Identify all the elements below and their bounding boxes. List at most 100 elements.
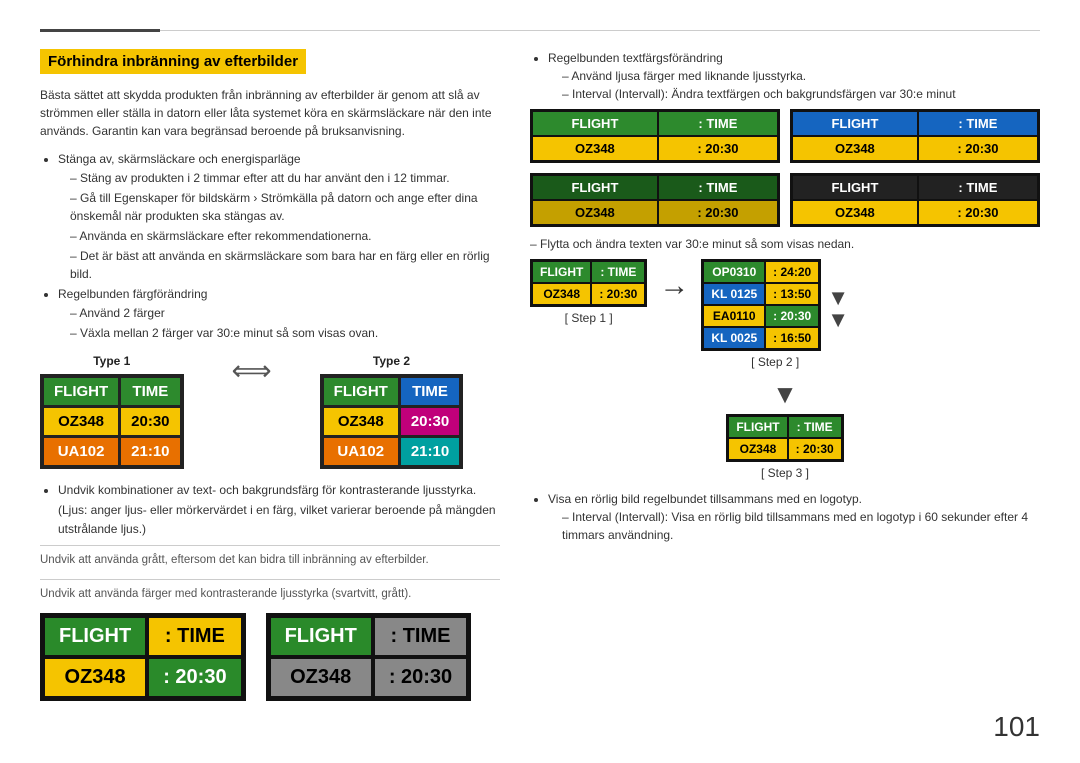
bottom-panel-1: FLIGHT : TIME OZ348 : 20:30	[40, 613, 246, 701]
move-note: Flytta och ändra texten var 30:e minut s…	[530, 237, 1040, 251]
cv1-time: : TIME	[659, 112, 777, 135]
color-variant-4: FLIGHT : TIME OZ348 : 20:30	[790, 173, 1040, 227]
s2-kl0025: KL 0025	[704, 328, 764, 348]
avoid-bullet-1: Undvik kombinationer av text- och bakgru…	[58, 481, 500, 539]
s2-2420: : 24:20	[766, 262, 818, 282]
type2-label: Type 2	[373, 354, 410, 368]
page: Förhindra inbränning av efterbilder Bäst…	[0, 0, 1080, 763]
s2-op0310: OP0310	[704, 262, 764, 282]
t1-2110: 21:10	[121, 438, 179, 465]
left-column: Förhindra inbränning av efterbilder Bäst…	[40, 49, 500, 743]
cv4-2030: : 20:30	[919, 201, 1037, 224]
steps-row: FLIGHT : TIME OZ348 : 20:30 [ Step 1 ] →…	[530, 259, 1040, 369]
bp1-colon-time: : TIME	[149, 618, 240, 655]
step3-label: [ Step 3 ]	[761, 466, 809, 480]
main-content: Förhindra inbränning av efterbilder Bäst…	[40, 49, 1040, 743]
bottom-panels: FLIGHT : TIME OZ348 : 20:30 FLIGHT : TIM…	[40, 613, 500, 701]
right-sub-list: Använd ljusa färger med liknande ljussty…	[562, 67, 1040, 103]
page-number: 101	[993, 711, 1040, 743]
t2-ua102: UA102	[324, 438, 398, 465]
t2-2110: 21:10	[401, 438, 459, 465]
step3-panel: FLIGHT : TIME OZ348 : 20:30	[726, 414, 843, 462]
avoid-list: Undvik kombinationer av text- och bakgru…	[58, 481, 500, 539]
bottom-panel-2: FLIGHT : TIME OZ348 : 20:30	[266, 613, 472, 701]
bottom-note-item: Visa en rörlig bild regelbundet tillsamm…	[548, 490, 1040, 544]
t2-time: TIME	[401, 378, 459, 405]
step3-arrow-down: ▼	[772, 379, 798, 410]
cv1-flight: FLIGHT	[533, 112, 657, 135]
cv2-time: : TIME	[919, 112, 1037, 135]
arrow-down-1: ▼	[827, 287, 849, 309]
type2-panel: FLIGHT TIME OZ348 20:30 UA102 21:10	[320, 374, 464, 469]
cv1-oz348: OZ348	[533, 137, 657, 160]
cv2-oz348: OZ348	[793, 137, 917, 160]
sub-list-2: Använd 2 färger Växla mellan 2 färger va…	[70, 304, 500, 342]
avoid-line-1: Undvik att använda grått, eftersom det k…	[40, 552, 500, 569]
right-bullet-list: Regelbunden textfärgsförändring Använd l…	[548, 49, 1040, 103]
right-column: Regelbunden textfärgsförändring Använd l…	[530, 49, 1040, 743]
bullet-item-1: Stänga av, skärmsläckare och energisparl…	[58, 150, 500, 283]
bp2-flight: FLIGHT	[271, 618, 371, 655]
s2-kl0125: KL 0125	[704, 284, 764, 304]
s2-1650: : 16:50	[766, 328, 818, 348]
color-variant-3: FLIGHT : TIME OZ348 : 20:30	[530, 173, 780, 227]
t2-flight: FLIGHT	[324, 378, 398, 405]
bp2-colon-2030: : 20:30	[375, 659, 466, 696]
step2-content: OP0310 : 24:20 KL 0125 : 13:50 EA0110 : …	[701, 259, 849, 351]
color-variant-grid: FLIGHT : TIME OZ348 : 20:30 FLIGHT : TIM…	[530, 109, 1040, 227]
bp1-flight: FLIGHT	[45, 618, 145, 655]
step3-row: ▼ FLIGHT : TIME OZ348 : 20:30 [ Step 3 ]	[530, 379, 1040, 480]
t1-flight: FLIGHT	[44, 378, 118, 405]
double-arrow: ⟺	[224, 354, 280, 387]
right-bullet-main: Regelbunden textfärgsförändring Använd l…	[548, 49, 1040, 103]
bullet-item-2: Regelbunden färgförändring Använd 2 färg…	[58, 285, 500, 342]
cv1-2030: : 20:30	[659, 137, 777, 160]
bottom-notes: Visa en rörlig bild regelbundet tillsamm…	[530, 490, 1040, 544]
s1-2030: : 20:30	[592, 284, 644, 304]
s3-time: : TIME	[789, 417, 841, 437]
t2-2030: 20:30	[401, 408, 459, 435]
type2-block: Type 2 FLIGHT TIME OZ348 20:30 UA102 21:…	[320, 354, 464, 469]
s2-2030: : 20:30	[766, 306, 818, 326]
t1-oz348: OZ348	[44, 408, 118, 435]
t2-oz348: OZ348	[324, 408, 398, 435]
s3-flight: FLIGHT	[729, 417, 786, 437]
t1-2030: 20:30	[121, 408, 179, 435]
s2-ea0110: EA0110	[704, 306, 764, 326]
top-rule	[40, 30, 1040, 31]
divider-1	[40, 545, 500, 546]
color-variant-1: FLIGHT : TIME OZ348 : 20:30	[530, 109, 780, 163]
cv3-oz348: OZ348	[533, 201, 657, 224]
s1-flight: FLIGHT	[533, 262, 590, 282]
cv4-oz348: OZ348	[793, 201, 917, 224]
t1-time: TIME	[121, 378, 179, 405]
s3-2030: : 20:30	[789, 439, 841, 459]
bp2-colon-time: : TIME	[375, 618, 466, 655]
type1-panel: FLIGHT TIME OZ348 20:30 UA102 21:10	[40, 374, 184, 469]
type1-label: Type 1	[93, 354, 130, 368]
types-row: Type 1 FLIGHT TIME OZ348 20:30 UA102 21:…	[40, 354, 500, 469]
bullet-list: Stänga av, skärmsläckare och energisparl…	[58, 150, 500, 342]
step2-label: [ Step 2 ]	[751, 355, 799, 369]
cv3-2030: : 20:30	[659, 201, 777, 224]
step-arrow: →	[659, 259, 689, 303]
cv2-flight: FLIGHT	[793, 112, 917, 135]
bp1-colon-2030: : 20:30	[149, 659, 240, 696]
down-arrows: ▼ ▼	[827, 259, 849, 351]
s1-time: : TIME	[592, 262, 644, 282]
intro-text: Bästa sättet att skydda produkten från i…	[40, 86, 500, 140]
cv4-time: : TIME	[919, 176, 1037, 199]
color-variant-2: FLIGHT : TIME OZ348 : 20:30	[790, 109, 1040, 163]
s1-oz348: OZ348	[533, 284, 590, 304]
avoid-line-2: Undvik att använda färger med kontraster…	[40, 586, 500, 603]
cv3-flight: FLIGHT	[533, 176, 657, 199]
s3-oz348: OZ348	[729, 439, 786, 459]
bottom-bullet: Visa en rörlig bild regelbundet tillsamm…	[548, 490, 1040, 544]
step1-label: [ Step 1 ]	[565, 311, 613, 325]
bp2-oz348: OZ348	[271, 659, 371, 696]
type1-block: Type 1 FLIGHT TIME OZ348 20:30 UA102 21:…	[40, 354, 184, 469]
t1-ua102: UA102	[44, 438, 118, 465]
s2-1350: : 13:50	[766, 284, 818, 304]
bp1-oz348: OZ348	[45, 659, 145, 696]
bottom-sub: Interval (Intervall): Visa en rörlig bil…	[562, 508, 1040, 544]
